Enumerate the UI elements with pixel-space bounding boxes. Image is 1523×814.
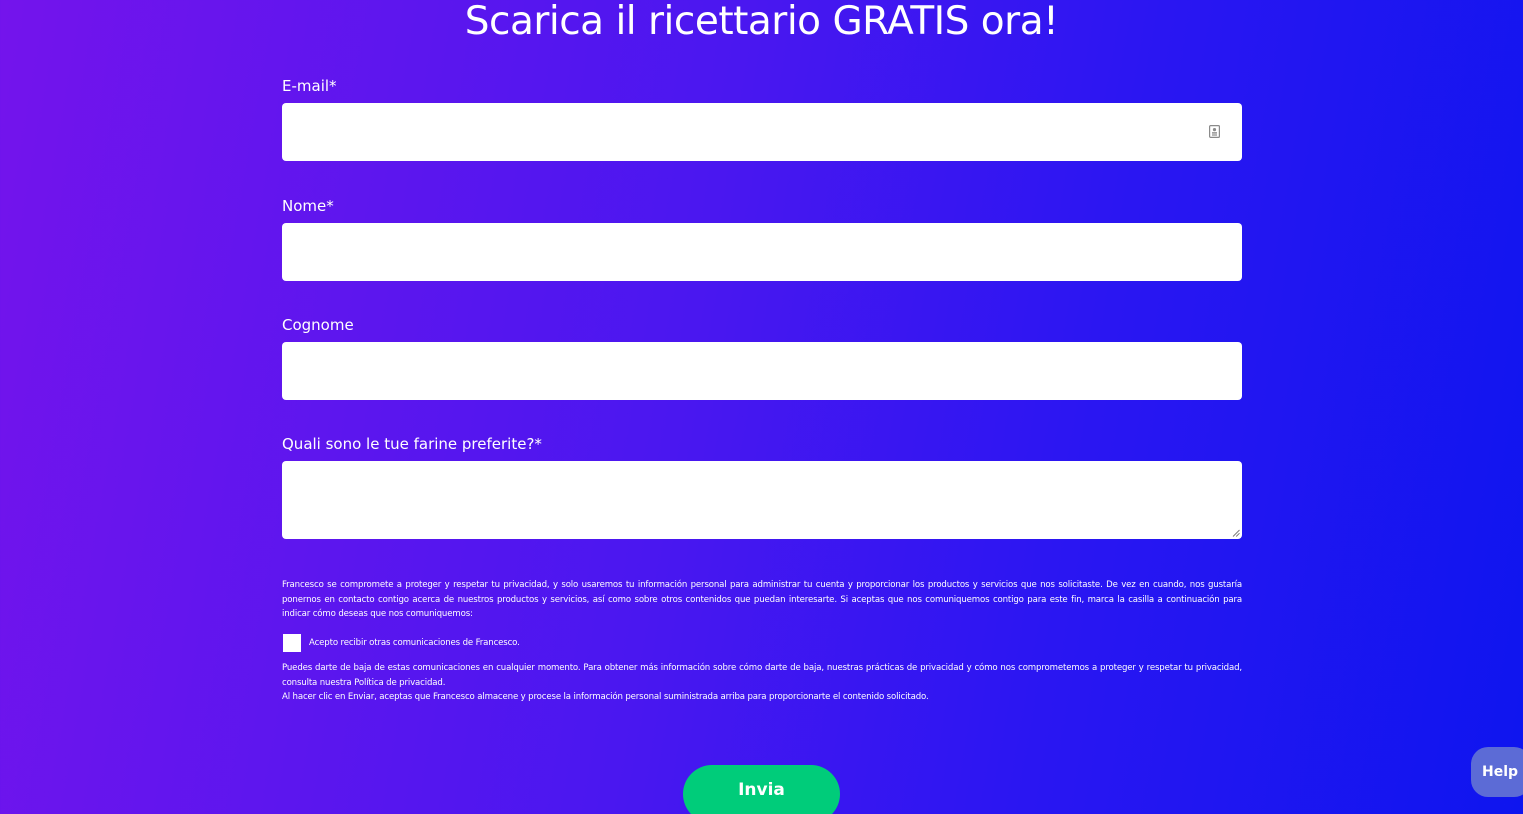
cognome-label: Cognome <box>282 316 354 334</box>
farine-field-group: Quali sono le tue farine preferite?* <box>282 434 1242 539</box>
nome-label: Nome* <box>282 197 334 215</box>
cognome-input[interactable] <box>282 342 1242 400</box>
cognome-input-box <box>282 342 1242 400</box>
consent-checkbox[interactable] <box>283 634 301 652</box>
farine-label: Quali sono le tue farine preferite?* <box>282 435 542 453</box>
email-input-box <box>282 103 1242 161</box>
cognome-field-group: Cognome <box>282 315 1242 400</box>
privacy-intro-text: Francesco se compromete a proteger y res… <box>282 580 1242 619</box>
page-title: Scarica il ricettario GRATIS ora! <box>464 0 1059 44</box>
resize-handle-icon[interactable] <box>1232 529 1240 537</box>
email-label: E-mail* <box>282 77 337 95</box>
consent-label: Acepto recibir otras comunicaciones de F… <box>309 638 520 648</box>
submit-button[interactable]: Invia <box>683 765 840 814</box>
email-input[interactable] <box>282 103 1242 161</box>
unsubscribe-info-text: Puedes darte de baja de estas comunicaci… <box>282 663 1242 688</box>
consent-row: Acepto recibir otras comunicaciones de F… <box>283 634 520 652</box>
nome-input[interactable] <box>282 223 1242 281</box>
contact-card-icon[interactable] <box>1209 125 1220 138</box>
help-button[interactable]: Help <box>1471 747 1523 797</box>
nome-field-group: Nome* <box>282 196 1242 281</box>
email-field-group: E-mail* <box>282 76 1242 161</box>
submit-notice-text: Al hacer clic en Enviar, aceptas que Fra… <box>282 692 929 702</box>
nome-input-box <box>282 223 1242 281</box>
farine-textarea[interactable] <box>282 461 1242 539</box>
farine-textarea-box <box>282 461 1242 539</box>
